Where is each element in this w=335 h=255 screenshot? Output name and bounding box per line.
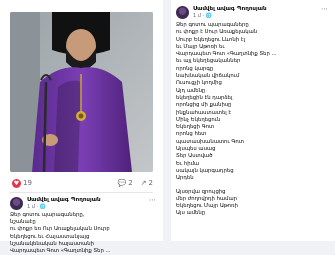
avatar[interactable] <box>176 6 189 19</box>
reactions-bar: ♥ 19 💬 2 ↗ 2 <box>12 177 153 189</box>
post-header: Սամվել ավագ Պողոսյան 1 մ · 🌐 ⋯ <box>176 6 328 19</box>
comment-action[interactable]: 💬 2 <box>117 179 132 187</box>
post-photo[interactable] <box>10 12 153 172</box>
comment-count: 2 <box>128 179 133 187</box>
author-name[interactable]: Սամվել ավագ Պողոսյան <box>27 197 101 204</box>
post-header: Սամվել ավագ Պողոսյան 1 մ · 🌐 ⋯ <box>10 197 156 210</box>
share-count: 2 <box>148 179 153 187</box>
post-text-paragraph-2: Այսօրվա զրույցից մեր ժողովրդի համար Եկեղ… <box>176 188 238 217</box>
comment-icon: 💬 <box>117 179 127 187</box>
post-body: Սամվել ավագ Պողոսյան 1 մ · 🌐 ⋯ Ձեր գոտու… <box>10 197 156 255</box>
divider <box>10 192 153 193</box>
reaction-count[interactable]: 19 <box>23 179 32 187</box>
more-options-icon[interactable]: ⋯ <box>321 6 328 13</box>
more-options-icon[interactable]: ⋯ <box>149 197 156 204</box>
post-meta: 1 մ · 🌐 <box>193 13 212 19</box>
post-text: Ձեր գոտու պարագաները ու փոքր է Սուր Առաք… <box>176 22 277 182</box>
post-text: Ձեր գոտու պարագաները, նշանաէը ու փոքր եռ… <box>10 212 111 255</box>
post-body: Սամվել ավագ Պողոսյան 1 մ · 🌐 ⋯ Ձեր գոտու… <box>176 6 328 218</box>
post-meta: 1 մ · 🌐 <box>27 204 46 210</box>
left-post-card: ♥ 19 💬 2 ↗ 2 Սամվել ավագ Պողոսյան 1 մ · … <box>0 0 163 254</box>
avatar[interactable] <box>10 197 23 210</box>
share-action[interactable]: ↗ 2 <box>141 179 153 187</box>
author-name[interactable]: Սամվել ավագ Պողոսյան <box>193 6 267 13</box>
heart-reaction-icon: ♥ <box>12 178 21 188</box>
right-post-card: Սամվել ավագ Պողոսյան 1 մ · 🌐 ⋯ Ձեր գոտու… <box>171 0 335 241</box>
share-icon: ↗ <box>140 179 147 187</box>
